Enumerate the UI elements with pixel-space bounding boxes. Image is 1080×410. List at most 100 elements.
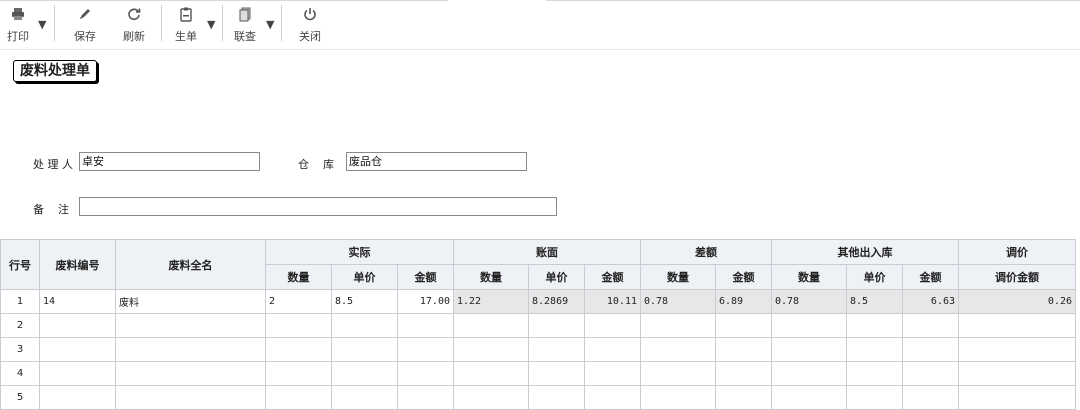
remark-input[interactable] [79, 197, 557, 216]
link-dropdown-chevron-icon[interactable]: ▼ [266, 18, 274, 31]
warehouse-input[interactable]: 废品仓 [346, 152, 527, 171]
cell-name[interactable]: 废料 [115, 289, 266, 314]
cell-book-amount [584, 361, 641, 386]
cell-other-price [846, 361, 903, 386]
cell-other-qty [771, 361, 847, 386]
table-row[interactable]: 1 14 废料 2 8.5 17.00 1.22 8.2869 10.11 0.… [0, 289, 1076, 314]
cell-adjust-amount [958, 385, 1076, 410]
cell-diff-qty [640, 385, 716, 410]
cell-diff-qty: 0.78 [640, 289, 716, 314]
cell-other-price: 8.5 [846, 289, 903, 314]
header-other: 其他出入库 [771, 239, 959, 265]
cell-book-price [528, 313, 585, 338]
cell-other-amount: 6.63 [902, 289, 959, 314]
header-book-price: 单价 [528, 264, 585, 290]
print-dropdown-chevron-icon[interactable]: ▼ [38, 18, 46, 31]
cell-code[interactable] [39, 361, 116, 386]
cell-actual-price[interactable]: 8.5 [331, 289, 398, 314]
cell-book-qty [453, 313, 529, 338]
refresh-button[interactable]: 刷新 [120, 6, 148, 48]
header-book-amount: 金额 [584, 264, 641, 290]
cell-name[interactable] [115, 337, 266, 362]
cell-code[interactable] [39, 313, 116, 338]
header-name: 废料全名 [115, 239, 266, 290]
generate-button[interactable]: 生单 [172, 6, 200, 48]
warehouse-label: 仓 库 [298, 158, 334, 171]
cell-actual-amount[interactable] [397, 313, 454, 338]
cell-diff-amount [715, 313, 772, 338]
cell-other-amount [902, 361, 959, 386]
refresh-label: 刷新 [123, 30, 145, 43]
table-row[interactable]: 4 [0, 361, 1076, 386]
cell-actual-qty[interactable] [265, 313, 332, 338]
cell-other-amount [902, 337, 959, 362]
handler-input[interactable]: 卓安 [79, 152, 260, 171]
header-book: 账面 [453, 239, 641, 265]
toolbar-separator [54, 5, 55, 41]
pen-icon [70, 6, 100, 30]
header-actual-amount: 金额 [397, 264, 454, 290]
cell-actual-price[interactable] [331, 385, 398, 410]
cell-book-amount [584, 313, 641, 338]
cell-actual-price[interactable] [331, 361, 398, 386]
header-adjust: 调价 [958, 239, 1076, 265]
cell-code[interactable]: 14 [39, 289, 116, 314]
cell-actual-price[interactable] [331, 337, 398, 362]
generate-dropdown-chevron-icon[interactable]: ▼ [207, 18, 215, 31]
save-button[interactable]: 保存 [70, 6, 100, 48]
cell-actual-amount[interactable] [397, 385, 454, 410]
header-actual: 实际 [265, 239, 454, 265]
cell-adjust-amount [958, 337, 1076, 362]
cell-other-qty: 0.78 [771, 289, 847, 314]
header-book-qty: 数量 [453, 264, 529, 290]
cell-code[interactable] [39, 337, 116, 362]
cell-adjust-amount: 0.26 [958, 289, 1076, 314]
cell-name[interactable] [115, 313, 266, 338]
cell-name[interactable] [115, 385, 266, 410]
header-other-qty: 数量 [771, 264, 847, 290]
cell-other-price [846, 385, 903, 410]
cell-name[interactable] [115, 361, 266, 386]
link-query-label: 联查 [234, 30, 256, 43]
cell-code[interactable] [39, 385, 116, 410]
cell-book-amount [584, 385, 641, 410]
header-other-price: 单价 [846, 264, 903, 290]
cell-diff-qty [640, 361, 716, 386]
cell-other-price [846, 337, 903, 362]
cell-book-price [528, 385, 585, 410]
cell-diff-amount [715, 385, 772, 410]
printer-icon [4, 6, 32, 30]
table-row[interactable]: 3 [0, 337, 1076, 362]
print-button[interactable]: 打印 [4, 6, 32, 48]
cell-book-price [528, 337, 585, 362]
cell-diff-qty [640, 313, 716, 338]
cell-diff-amount [715, 361, 772, 386]
cell-actual-qty[interactable]: 2 [265, 289, 332, 314]
cell-actual-amount[interactable]: 17.00 [397, 289, 454, 314]
cell-other-qty [771, 385, 847, 410]
cell-actual-amount[interactable] [397, 361, 454, 386]
cell-actual-qty[interactable] [265, 385, 332, 410]
cell-book-qty [453, 337, 529, 362]
cell-adjust-amount [958, 313, 1076, 338]
cell-other-qty [771, 337, 847, 362]
table-row[interactable]: 2 [0, 313, 1076, 338]
header-adjust-amount: 调价金额 [958, 264, 1076, 290]
table-row[interactable]: 5 [0, 385, 1076, 410]
header-diff: 差额 [640, 239, 772, 265]
clipboard-icon [172, 6, 200, 30]
cell-diff-amount [715, 337, 772, 362]
cell-actual-amount[interactable] [397, 337, 454, 362]
cell-other-amount [902, 313, 959, 338]
cell-actual-qty[interactable] [265, 337, 332, 362]
cell-actual-price[interactable] [331, 313, 398, 338]
cell-book-qty [453, 385, 529, 410]
cell-actual-qty[interactable] [265, 361, 332, 386]
close-button[interactable]: 关闭 [296, 6, 324, 48]
toolbar-separator [281, 5, 282, 41]
header-code: 废料编号 [39, 239, 116, 290]
cell-book-price [528, 361, 585, 386]
link-query-button[interactable]: 联查 [231, 6, 259, 48]
header-row-no: 行号 [0, 239, 40, 290]
cell-other-price [846, 313, 903, 338]
